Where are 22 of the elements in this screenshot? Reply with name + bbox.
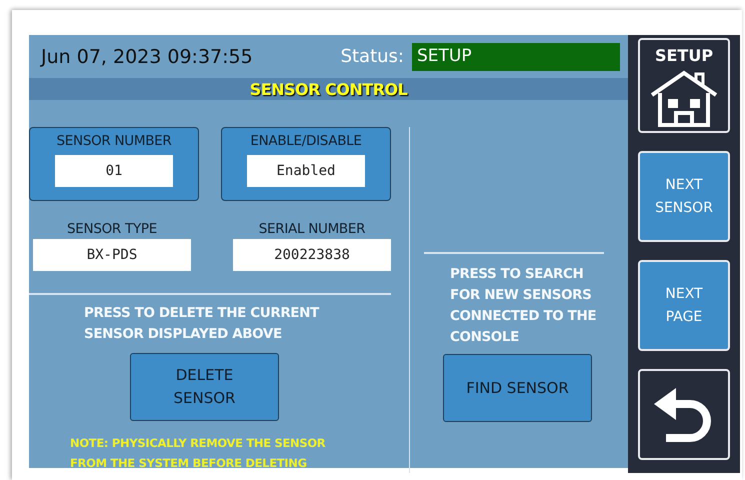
house-icon: [648, 69, 720, 127]
screen-title: SENSOR CONTROL: [250, 80, 408, 98]
find-sensor-button[interactable]: FIND SENSOR: [443, 354, 592, 422]
value-field[interactable]: BX-PDS: [33, 239, 191, 271]
delete-sensor-button[interactable]: DELETE SENSOR: [130, 353, 279, 421]
nav-button[interactable]: NEXT PAGE: [638, 260, 730, 351]
field-label: ENABLE/DISABLE: [250, 133, 362, 149]
setup-home-button[interactable]: SETUP: [638, 38, 730, 133]
value-field[interactable]: Enabled: [247, 155, 365, 187]
field-label: SENSOR NUMBER: [56, 133, 172, 149]
field-label: SERIAL NUMBER: [258, 221, 366, 237]
nav-button[interactable]: NEXT SENSOR: [638, 151, 730, 242]
value-field[interactable]: 200223838: [233, 239, 391, 271]
value-field[interactable]: 01: [55, 155, 173, 187]
status-value: SETUP: [412, 42, 620, 70]
warning-note: NOTE: PHYSICALLY REMOVE THE SENSOR FROM THE SYSTEM BEFORE DELETING: [70, 435, 326, 472]
back-button[interactable]: [638, 369, 730, 460]
find-instruction: PRESS TO SEARCH FOR NEW SENSORS CONNECTED TO THE CONSOLE: [450, 265, 598, 347]
status-label: Status:: [340, 46, 404, 67]
date-time: Jun 07, 2023 09:37:55: [41, 46, 254, 68]
field-label: SENSOR TYPE: [67, 221, 157, 237]
delete-instruction: PRESS TO DELETE THE CURRENT SENSOR DISPLAYED ABOVE: [84, 304, 320, 344]
